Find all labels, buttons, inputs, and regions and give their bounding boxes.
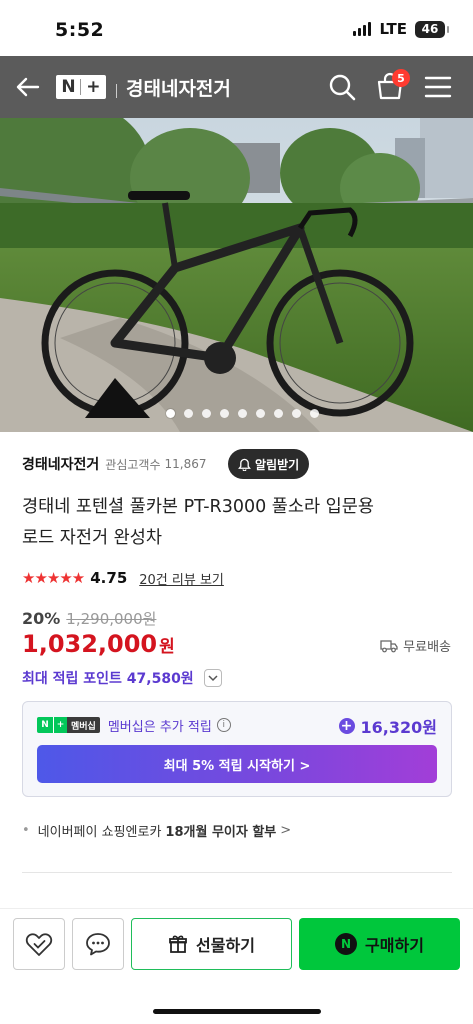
carousel-dot[interactable] <box>310 409 319 418</box>
sale-price: 1,032,000 <box>22 630 158 658</box>
carousel-dot[interactable] <box>256 409 265 418</box>
cart-count-badge: 5 <box>392 69 410 87</box>
logo-plus: + <box>86 77 101 97</box>
price-row: 1,032,000 원 <box>22 630 175 664</box>
product-title-line2: 로드 자전거 완성차 <box>22 528 162 548</box>
status-time: 5:52 <box>55 19 105 41</box>
carousel-dot[interactable] <box>274 409 283 418</box>
membership-badge: N + 멤버십 <box>37 717 100 733</box>
chevron-down-icon[interactable] <box>203 669 222 687</box>
gift-button[interactable]: 선물하기 <box>131 918 292 970</box>
battery-icon: 46 <box>415 20 449 38</box>
store-info-row: 경태네자전거 관심고객수 11,867 알림받기 <box>22 449 452 479</box>
bicycle-photo <box>0 118 473 432</box>
discount-row: 20% 1,290,000원 <box>22 606 156 630</box>
shipping-info: 무료배송 <box>380 636 451 655</box>
back-arrow-icon[interactable] <box>14 73 42 101</box>
info-icon[interactable]: i <box>216 718 231 732</box>
followers-label: 관심고객수 <box>105 457 161 472</box>
review-link[interactable]: 20건 리뷰 보기 <box>139 569 224 588</box>
rating-row: ★★★★★ 4.75 20건 리뷰 보기 <box>22 565 224 591</box>
buy-button[interactable]: N 구매하기 <box>299 918 460 970</box>
home-indicator[interactable] <box>153 1009 321 1014</box>
naver-plus-logo[interactable]: N + <box>56 75 106 99</box>
max-points-row[interactable]: 최대 적립 포인트 47,580원 <box>22 667 222 689</box>
store-title[interactable]: 경태네자전거 <box>126 74 231 101</box>
membership-points-value: 16,320원 <box>360 718 437 737</box>
installment-info[interactable]: • 네이버페이 쇼핑엔로카 18개월 무이자 할부 > <box>22 821 291 840</box>
carousel-dot[interactable] <box>166 409 175 418</box>
carousel-dot[interactable] <box>292 409 301 418</box>
currency-unit: 원 <box>159 637 175 657</box>
logo-divider <box>80 79 82 95</box>
shipping-label: 무료배송 <box>403 640 451 655</box>
product-title: 경태네 포텐셜 풀카본 PT-R3000 풀소라 입문용 로드 자전거 완성차 <box>22 492 452 554</box>
section-divider <box>22 872 452 873</box>
heart-check-icon <box>25 933 53 956</box>
app-header: N + 경태네자전거 5 <box>0 56 473 118</box>
badge-plus: + <box>53 717 67 733</box>
signal-icon <box>353 22 372 36</box>
carousel-dot[interactable] <box>202 409 211 418</box>
discount-percent: 20% <box>22 608 61 628</box>
bell-icon <box>238 458 251 471</box>
network-label: LTE <box>379 20 407 38</box>
installment-text: 네이버페이 쇼핑엔로카 <box>37 825 162 840</box>
search-icon[interactable] <box>327 72 357 102</box>
carousel-dots <box>0 409 473 418</box>
membership-points: + 16,320원 <box>338 714 437 738</box>
chevron-right-icon: > <box>280 823 292 838</box>
header-divider <box>116 84 117 98</box>
bottom-action-bar: 선물하기 N 구매하기 <box>0 908 473 1024</box>
badge-n: N <box>37 717 53 733</box>
status-bar: 5:52 LTE 46 <box>0 0 473 56</box>
chat-bubble-icon <box>86 933 110 956</box>
gift-label: 선물하기 <box>196 936 255 955</box>
rating-stars-icon: ★★★★★ <box>22 569 85 587</box>
membership-start-button[interactable]: 최대 5% 적립 시작하기 > <box>37 745 437 783</box>
wishlist-button[interactable] <box>13 918 65 970</box>
bullet: • <box>22 823 30 838</box>
carousel-dot[interactable] <box>220 409 229 418</box>
gift-icon <box>169 935 187 953</box>
alarm-subscribe-button[interactable]: 알림받기 <box>228 449 310 479</box>
alarm-label: 알림받기 <box>255 457 300 472</box>
original-price: 1,290,000원 <box>66 609 157 628</box>
plus-circle-icon: + <box>338 718 355 734</box>
badge-text: 멤버십 <box>67 717 100 733</box>
status-indicators: LTE 46 <box>353 20 449 38</box>
buy-label: 구매하기 <box>365 936 424 955</box>
carousel-dot[interactable] <box>238 409 247 418</box>
truck-icon <box>380 639 398 652</box>
store-name[interactable]: 경태네자전거 <box>22 454 99 474</box>
naver-pay-icon: N <box>335 933 358 955</box>
logo-n: N <box>61 77 76 97</box>
installment-bold: 18개월 무이자 할부 <box>165 825 277 840</box>
product-image-carousel[interactable] <box>0 118 473 432</box>
rating-value: 4.75 <box>90 569 128 587</box>
max-points-label: 최대 적립 포인트 47,580원 <box>22 671 194 687</box>
carousel-dot[interactable] <box>184 409 193 418</box>
membership-box: N + 멤버십 멤버십은 추가 적립 i + 16,320원 최대 5% 적립 … <box>22 701 452 797</box>
followers-count: 11,867 <box>164 457 207 471</box>
hamburger-menu-icon[interactable] <box>424 74 452 100</box>
membership-text: 멤버십은 추가 적립 <box>107 719 212 735</box>
membership-header: N + 멤버십 멤버십은 추가 적립 i + 16,320원 <box>37 714 437 738</box>
product-title-line1: 경태네 포텐셜 풀카본 PT-R3000 풀소라 입문용 <box>22 497 374 517</box>
talk-button[interactable] <box>72 918 124 970</box>
